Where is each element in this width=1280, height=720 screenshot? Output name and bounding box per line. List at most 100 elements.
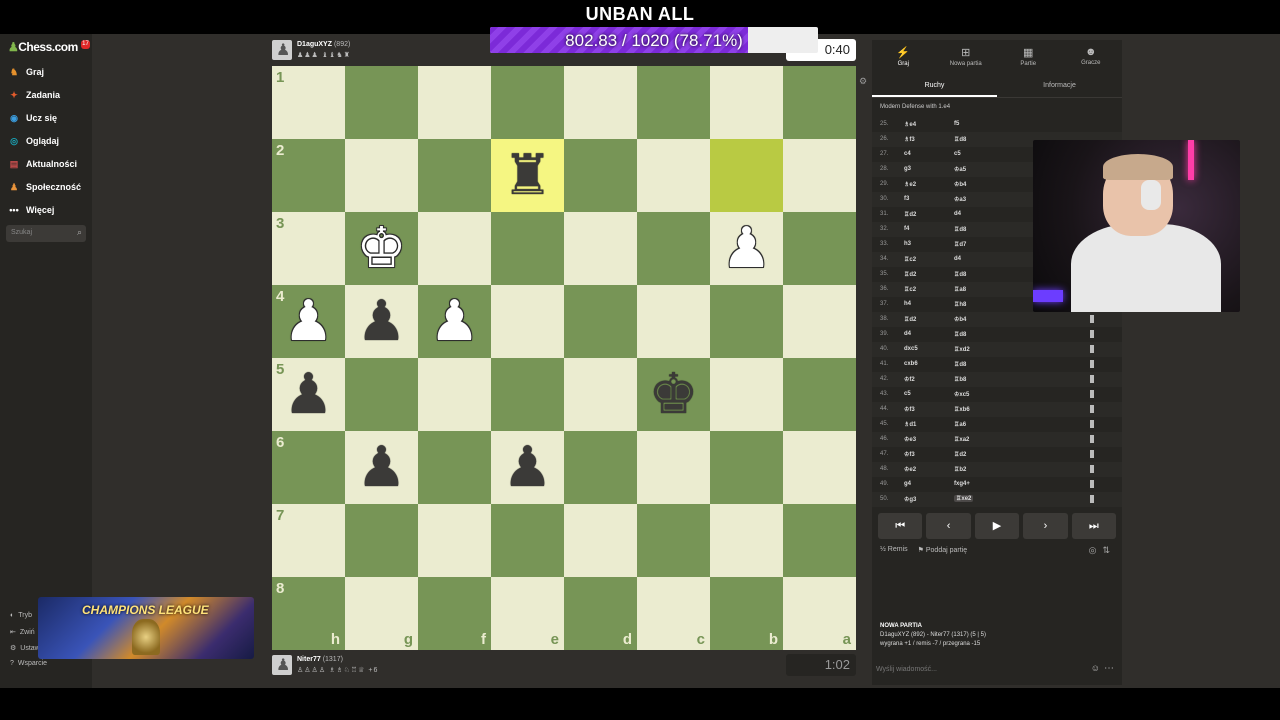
notification-badge[interactable]: 17 [81,40,90,49]
white-move[interactable]: ♖d2 [904,271,916,278]
board-square[interactable]: e [491,577,564,650]
board-square[interactable] [418,431,491,504]
top-player-name[interactable]: D1aguXYZ (892) [297,41,350,48]
board-square[interactable]: ♚ [345,212,418,285]
board-square[interactable] [564,431,637,504]
flip-board-icon[interactable]: ⇅ [1102,545,1110,556]
sidebar-item-more[interactable]: ••• Więcej [8,201,54,219]
black-move[interactable]: f5 [954,121,959,127]
board-square[interactable]: 1 [272,66,345,139]
board-square[interactable]: ♟ [345,431,418,504]
black-move[interactable]: ♖a8 [954,286,966,293]
board-square[interactable] [564,139,637,212]
board-square[interactable] [418,212,491,285]
first-move-button[interactable]: ⏮ [878,513,923,539]
resign-button[interactable]: ⚑ Poddaj partię [918,546,968,554]
board-square[interactable] [783,431,856,504]
board-square[interactable] [564,504,637,577]
analysis-icon[interactable]: ◎ [1089,545,1097,556]
white-piece[interactable]: ♟ [272,285,345,358]
black-piece[interactable]: ♜ [491,139,564,212]
black-move[interactable]: d4 [954,211,961,217]
white-move[interactable]: ♔f3 [904,451,915,458]
white-move[interactable]: ♔f3 [904,406,915,413]
black-move[interactable]: ♖d7 [954,241,966,248]
black-move[interactable]: ♖b2 [954,466,966,473]
white-move[interactable]: h3 [904,241,911,247]
subtab-moves[interactable]: Ruchy [872,74,997,97]
board-square[interactable] [783,358,856,431]
black-move[interactable]: ♖xd2 [954,346,970,353]
board-square[interactable] [710,431,783,504]
draw-button[interactable]: ½ Remis [880,546,908,554]
black-move[interactable]: ♖d2 [954,451,966,458]
board-square[interactable] [783,212,856,285]
board-square[interactable]: ♟ [710,212,783,285]
white-move[interactable]: ♗e4 [904,121,916,128]
black-move[interactable]: ♔b4 [954,181,966,188]
black-move[interactable]: ♖a6 [954,421,966,428]
black-move[interactable]: ♖b8 [954,376,966,383]
white-move[interactable]: ♖d2 [904,316,916,323]
tab-new-game[interactable]: ⊞ Nowa partia [935,40,998,74]
search-input[interactable]: Szukaj ⌕ [6,225,86,242]
board-square[interactable] [418,504,491,577]
board-square[interactable]: d [564,577,637,650]
chat-input[interactable]: Wyślij wiadomość... ☺ ⋯ [872,660,1122,680]
white-move[interactable]: g4 [904,481,911,487]
board-square[interactable] [491,285,564,358]
board-square[interactable]: ♟ [418,285,491,358]
sidebar-item-news[interactable]: ▤ Aktualności [8,155,77,173]
white-move[interactable]: ♔f2 [904,376,915,383]
board-square[interactable]: ♟ [491,431,564,504]
board-square[interactable]: 7 [272,504,345,577]
board-square[interactable] [783,139,856,212]
board-square[interactable]: 3 [272,212,345,285]
board-square[interactable]: b [710,577,783,650]
white-move[interactable]: cxb6 [904,361,918,367]
sidebar-item-puzzles[interactable]: ✦ Zadania [8,86,60,104]
sidebar-item-learn[interactable]: ◉ Ucz się [8,109,57,127]
board-square[interactable] [345,139,418,212]
black-piece[interactable]: ♟ [491,431,564,504]
black-move[interactable]: c5 [954,151,961,157]
black-move[interactable]: ♖d8 [954,136,966,143]
board-square[interactable] [345,504,418,577]
board-square[interactable] [710,285,783,358]
board-square[interactable] [783,285,856,358]
tab-games[interactable]: ▦ Partie [997,40,1060,74]
avatar[interactable] [272,655,292,675]
avatar[interactable] [272,40,292,60]
black-piece[interactable]: ♟ [345,431,418,504]
white-move[interactable]: g3 [904,166,911,172]
chess-logo[interactable]: ♟Chess.com [8,40,78,54]
tab-play[interactable]: ⚡ Graj [872,40,935,74]
board-square[interactable]: ♟ [345,285,418,358]
black-move[interactable]: fxg4+ [954,481,970,487]
board-square[interactable]: 4 ♟ [272,285,345,358]
board-square[interactable]: ♚ [637,358,710,431]
next-move-button[interactable]: › [1023,513,1068,539]
board-square[interactable] [491,66,564,139]
white-move[interactable]: ♔e2 [904,466,916,473]
white-move[interactable]: ♖c2 [904,256,916,263]
board-square[interactable] [637,285,710,358]
board-square[interactable] [418,66,491,139]
board-square[interactable] [491,212,564,285]
board-square[interactable] [345,358,418,431]
white-move[interactable]: dxc5 [904,346,918,352]
sidebar-item-play[interactable]: ♞ Graj [8,63,44,81]
board-square[interactable]: 5 ♟ [272,358,345,431]
sidebar-item-watch[interactable]: ◎ Oglądaj [8,132,59,150]
white-move[interactable]: ♗d1 [904,421,916,428]
white-piece[interactable]: ♟ [418,285,491,358]
white-move[interactable]: ♗e2 [904,181,916,188]
bottom-player-name[interactable]: Niter77 (1317) [297,656,343,663]
board-square[interactable]: 8h [272,577,345,650]
board-square[interactable]: c [637,577,710,650]
white-move[interactable]: ♗f3 [904,136,915,143]
board-square[interactable] [783,504,856,577]
black-piece[interactable]: ♟ [345,285,418,358]
sidebar-item-support[interactable]: ? Wsparcie [10,660,47,667]
black-move[interactable]: d4 [954,256,961,262]
